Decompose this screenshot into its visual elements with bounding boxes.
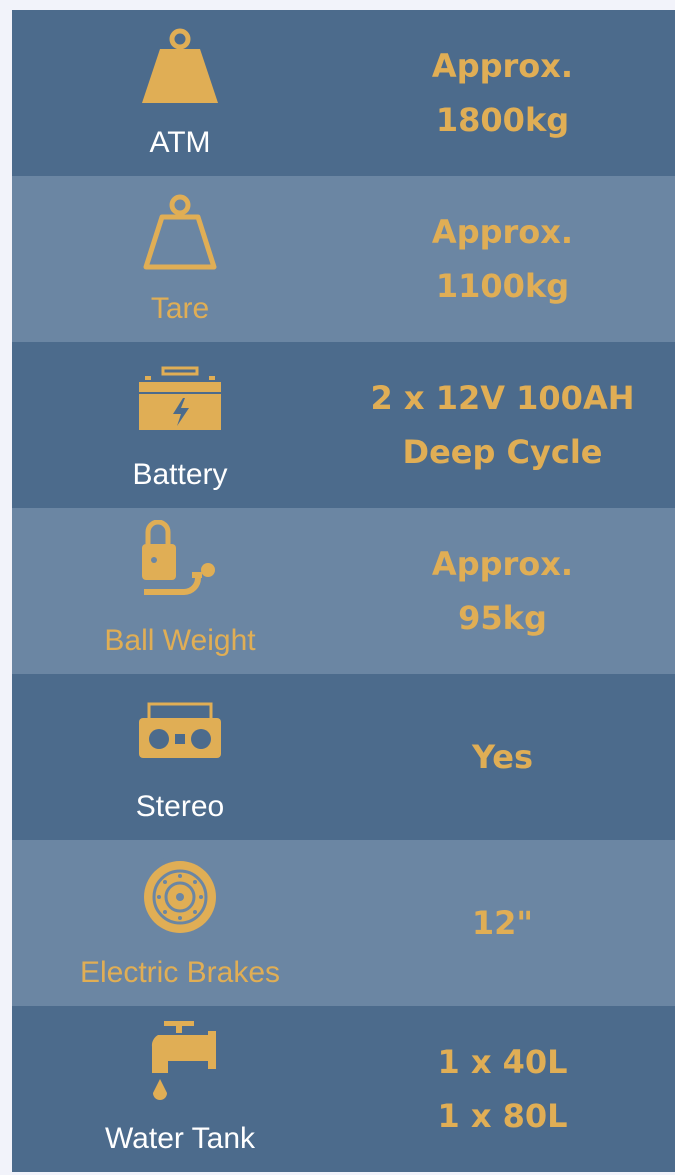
spec-value-line: Deep Cycle <box>402 433 603 471</box>
spec-value-line: 1800kg <box>435 101 570 139</box>
spec-value-cell: 1 x 40L 1 x 80L <box>348 1006 675 1172</box>
spec-row-stereo: Stereo Yes <box>12 674 675 840</box>
spec-value-line: Approx. <box>431 47 574 85</box>
spec-table: ATM Approx. 1800kg Tare Approx. 1100kg B… <box>12 10 675 1175</box>
spec-label-cell: Stereo <box>12 674 348 840</box>
spec-label-cell: ATM <box>12 10 348 176</box>
spec-row-electric-brakes: Electric Brakes 12" <box>12 840 675 1006</box>
water-tap-icon <box>130 1018 230 1108</box>
spec-value-cell: Approx. 1100kg <box>348 176 675 342</box>
spec-value-line: 1 x 80L <box>437 1097 568 1135</box>
spec-value-cell: Yes <box>348 674 675 840</box>
spec-label: Battery <box>132 458 228 491</box>
spec-value-line: 1100kg <box>435 267 570 305</box>
spec-label-cell: Ball Weight <box>12 508 348 674</box>
spec-value-line: 95kg <box>458 599 547 637</box>
spec-row-tare: Tare Approx. 1100kg <box>12 176 675 342</box>
spec-value-cell: 2 x 12V 100AH Deep Cycle <box>348 342 675 508</box>
spec-row-battery: Battery 2 x 12V 100AH Deep Cycle <box>12 342 675 508</box>
tow-ball-icon <box>130 520 230 610</box>
spec-value-cell: Approx. 1800kg <box>348 10 675 176</box>
spec-label: Stereo <box>135 790 225 823</box>
spec-value-line: Yes <box>472 738 533 776</box>
spec-label: ATM <box>149 126 211 159</box>
spec-row-water-tank: Water Tank 1 x 40L 1 x 80L <box>12 1006 675 1172</box>
spec-label-cell: Battery <box>12 342 348 508</box>
spec-value-line: 1 x 40L <box>437 1043 568 1081</box>
spec-label: Tare <box>150 292 210 325</box>
spec-label: Ball Weight <box>104 624 256 657</box>
spec-label-cell: Tare <box>12 176 348 342</box>
weight-filled-icon <box>130 22 230 112</box>
spec-value-line: 12" <box>471 904 534 942</box>
spec-label-cell: Electric Brakes <box>12 840 348 1006</box>
spec-row-ball-weight: Ball Weight Approx. 95kg <box>12 508 675 674</box>
spec-value-cell: 12" <box>348 840 675 1006</box>
spec-value-line: 2 x 12V 100AH <box>370 379 635 417</box>
spec-label: Water Tank <box>104 1122 256 1155</box>
spec-label-cell: Water Tank <box>12 1006 348 1172</box>
spec-value-line: Approx. <box>431 213 574 251</box>
spec-value-line: Approx. <box>431 545 574 583</box>
spec-row-atm: ATM Approx. 1800kg <box>12 10 675 176</box>
brake-disc-icon <box>130 852 230 942</box>
spec-value-cell: Approx. 95kg <box>348 508 675 674</box>
weight-outline-icon <box>130 188 230 278</box>
battery-icon <box>130 354 230 444</box>
stereo-icon <box>130 686 230 776</box>
spec-label: Electric Brakes <box>79 956 281 989</box>
